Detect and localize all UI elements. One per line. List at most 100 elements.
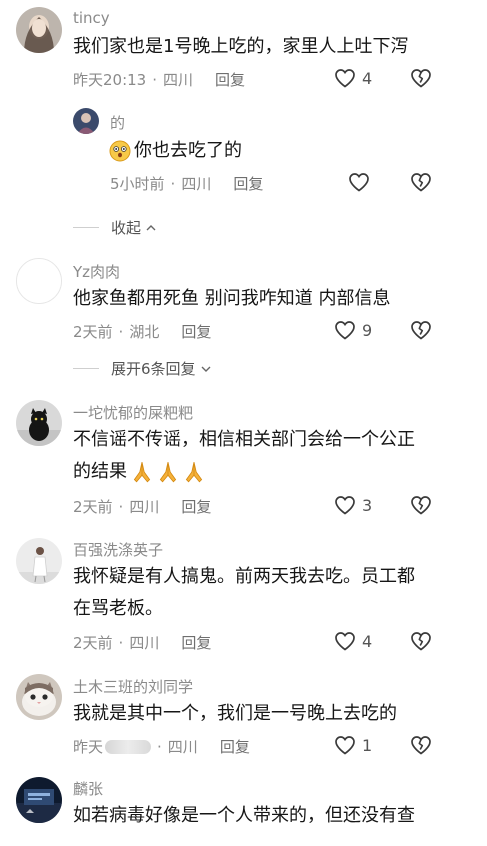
expand-replies-button[interactable]: 展开6条回复 xyxy=(73,358,212,379)
broken-heart-outline-icon xyxy=(411,321,431,340)
comment-actions: 9 xyxy=(333,318,453,346)
dislike-button[interactable] xyxy=(409,733,433,761)
comment-meta: 2天前 · 四川 回复 xyxy=(73,632,211,653)
dislike-button[interactable] xyxy=(409,66,433,94)
timestamp: 2天前 xyxy=(73,323,113,341)
like-count: 3 xyxy=(362,495,373,515)
redacted-blur xyxy=(105,739,152,754)
dislike-button[interactable] xyxy=(409,170,433,198)
like-button[interactable]: 9 xyxy=(333,318,372,342)
reply-button[interactable]: 回复 xyxy=(233,173,263,194)
like-button[interactable] xyxy=(347,170,376,194)
dislike-button[interactable] xyxy=(409,318,433,346)
broken-heart-outline-icon xyxy=(411,173,431,192)
comment-meta: 昨天20:13 · 四川 回复 xyxy=(73,69,245,90)
reply-text: 你也去吃了的 xyxy=(108,135,408,167)
timestamp: 昨天 xyxy=(73,738,104,756)
heart-outline-icon xyxy=(335,632,355,651)
reply-text-content: 你也去吃了的 xyxy=(134,140,242,161)
heart-outline-icon xyxy=(335,321,355,340)
separator-dot: · xyxy=(118,322,124,341)
reply-button[interactable]: 回复 xyxy=(215,69,245,90)
like-count: 1 xyxy=(362,735,373,755)
timestamp: 2天前 xyxy=(73,634,113,652)
separator-dot: · xyxy=(118,497,124,516)
username[interactable]: 一坨忧郁的屎粑粑 xyxy=(73,402,193,423)
avatar[interactable] xyxy=(16,400,62,446)
comment-actions: 4 xyxy=(333,66,453,94)
username[interactable]: 麟张 xyxy=(73,778,103,799)
avatar[interactable] xyxy=(16,538,62,584)
comment-text: 不信谣不传谣，相信相关部门会给一个公正 xyxy=(73,429,415,450)
location: 四川 xyxy=(167,738,198,756)
username[interactable]: 的 xyxy=(110,112,125,133)
reply-button[interactable]: 回复 xyxy=(181,632,211,653)
avatar[interactable] xyxy=(16,7,62,53)
separator-dot: · xyxy=(118,633,124,652)
reply-button[interactable]: 回复 xyxy=(181,321,211,342)
broken-heart-outline-icon xyxy=(411,69,431,88)
reply-button[interactable]: 回复 xyxy=(181,496,211,517)
broken-heart-outline-icon xyxy=(411,736,431,755)
username[interactable]: 百强洗涤英子 xyxy=(73,539,163,560)
like-button[interactable]: 4 xyxy=(333,629,372,653)
broken-heart-outline-icon xyxy=(411,632,431,651)
chevron-up-icon xyxy=(146,224,156,230)
comment-actions: 1 xyxy=(333,733,453,761)
separator-dot: · xyxy=(152,70,158,89)
comment-meta: 2天前 · 湖北 回复 xyxy=(73,321,211,342)
like-button[interactable]: 4 xyxy=(333,66,372,90)
comment-actions: 3 xyxy=(333,493,453,521)
broken-heart-outline-icon xyxy=(411,496,431,515)
heart-outline-icon xyxy=(335,736,355,755)
comment-text: 如若病毒好像是一个人带来的，但还没有查 xyxy=(73,805,415,826)
reply-avatar[interactable] xyxy=(73,108,99,134)
location: 湖北 xyxy=(129,323,160,341)
heart-outline-icon xyxy=(349,173,369,192)
dislike-button[interactable] xyxy=(409,493,433,521)
username[interactable]: 土木三班的刘同学 xyxy=(73,676,193,697)
location: 四川 xyxy=(181,175,212,193)
username[interactable]: Yz肉肉 xyxy=(73,261,120,282)
timestamp: 昨天20:13 xyxy=(73,71,147,89)
divider-line xyxy=(73,227,99,228)
comment-text-line-2: 的结果 xyxy=(73,456,453,488)
comment-text: 我就是其中一个，我们是一号晚上去吃的 xyxy=(73,703,397,724)
reply-button[interactable]: 回复 xyxy=(220,736,250,757)
reply-meta: 5小时前 · 四川 回复 xyxy=(110,173,263,194)
location: 四川 xyxy=(129,634,160,652)
timestamp: 5小时前 xyxy=(110,175,165,193)
dislike-button[interactable] xyxy=(409,629,433,657)
like-button[interactable]: 1 xyxy=(333,733,372,757)
like-button[interactable]: 3 xyxy=(333,493,372,517)
comment-text: 他家鱼都用死鱼 别问我咋知道 内部信息 xyxy=(73,288,391,309)
comment-text: 我怀疑是有人搞鬼。前两天我去吃。员工都 xyxy=(73,566,415,587)
username[interactable]: tincy xyxy=(73,9,110,27)
avatar[interactable] xyxy=(16,674,62,720)
surprised-face-emoji-icon xyxy=(109,140,131,162)
avatar[interactable] xyxy=(16,777,62,823)
comment-meta: 2天前 · 四川 回复 xyxy=(73,496,211,517)
separator-dot: · xyxy=(170,174,176,193)
comment-text-continued: 的结果 xyxy=(73,461,127,482)
location: 四川 xyxy=(129,498,160,516)
comment-actions: 4 xyxy=(333,629,453,657)
comment-text-line-2: 在骂老板。 xyxy=(73,598,163,619)
chevron-down-icon xyxy=(201,366,211,372)
heart-outline-icon xyxy=(335,496,355,515)
collapse-label: 收起 xyxy=(111,219,142,237)
heart-outline-icon xyxy=(335,69,355,88)
location: 四川 xyxy=(163,71,194,89)
timestamp: 2天前 xyxy=(73,498,113,516)
comment-text: 我们家也是1号晚上吃的，家里人上吐下泻 xyxy=(73,36,409,57)
praying-hands-emoji-icon xyxy=(129,459,207,485)
avatar[interactable] xyxy=(16,258,62,304)
like-count: 4 xyxy=(362,631,373,651)
like-count: 9 xyxy=(362,320,373,340)
expand-label: 展开6条回复 xyxy=(111,360,196,378)
separator-dot: · xyxy=(157,737,162,756)
divider-line xyxy=(73,368,99,369)
reply-actions xyxy=(333,170,453,198)
collapse-replies-button[interactable]: 收起 xyxy=(73,217,157,238)
comment-meta: 昨天 · 四川 回复 xyxy=(73,736,250,757)
